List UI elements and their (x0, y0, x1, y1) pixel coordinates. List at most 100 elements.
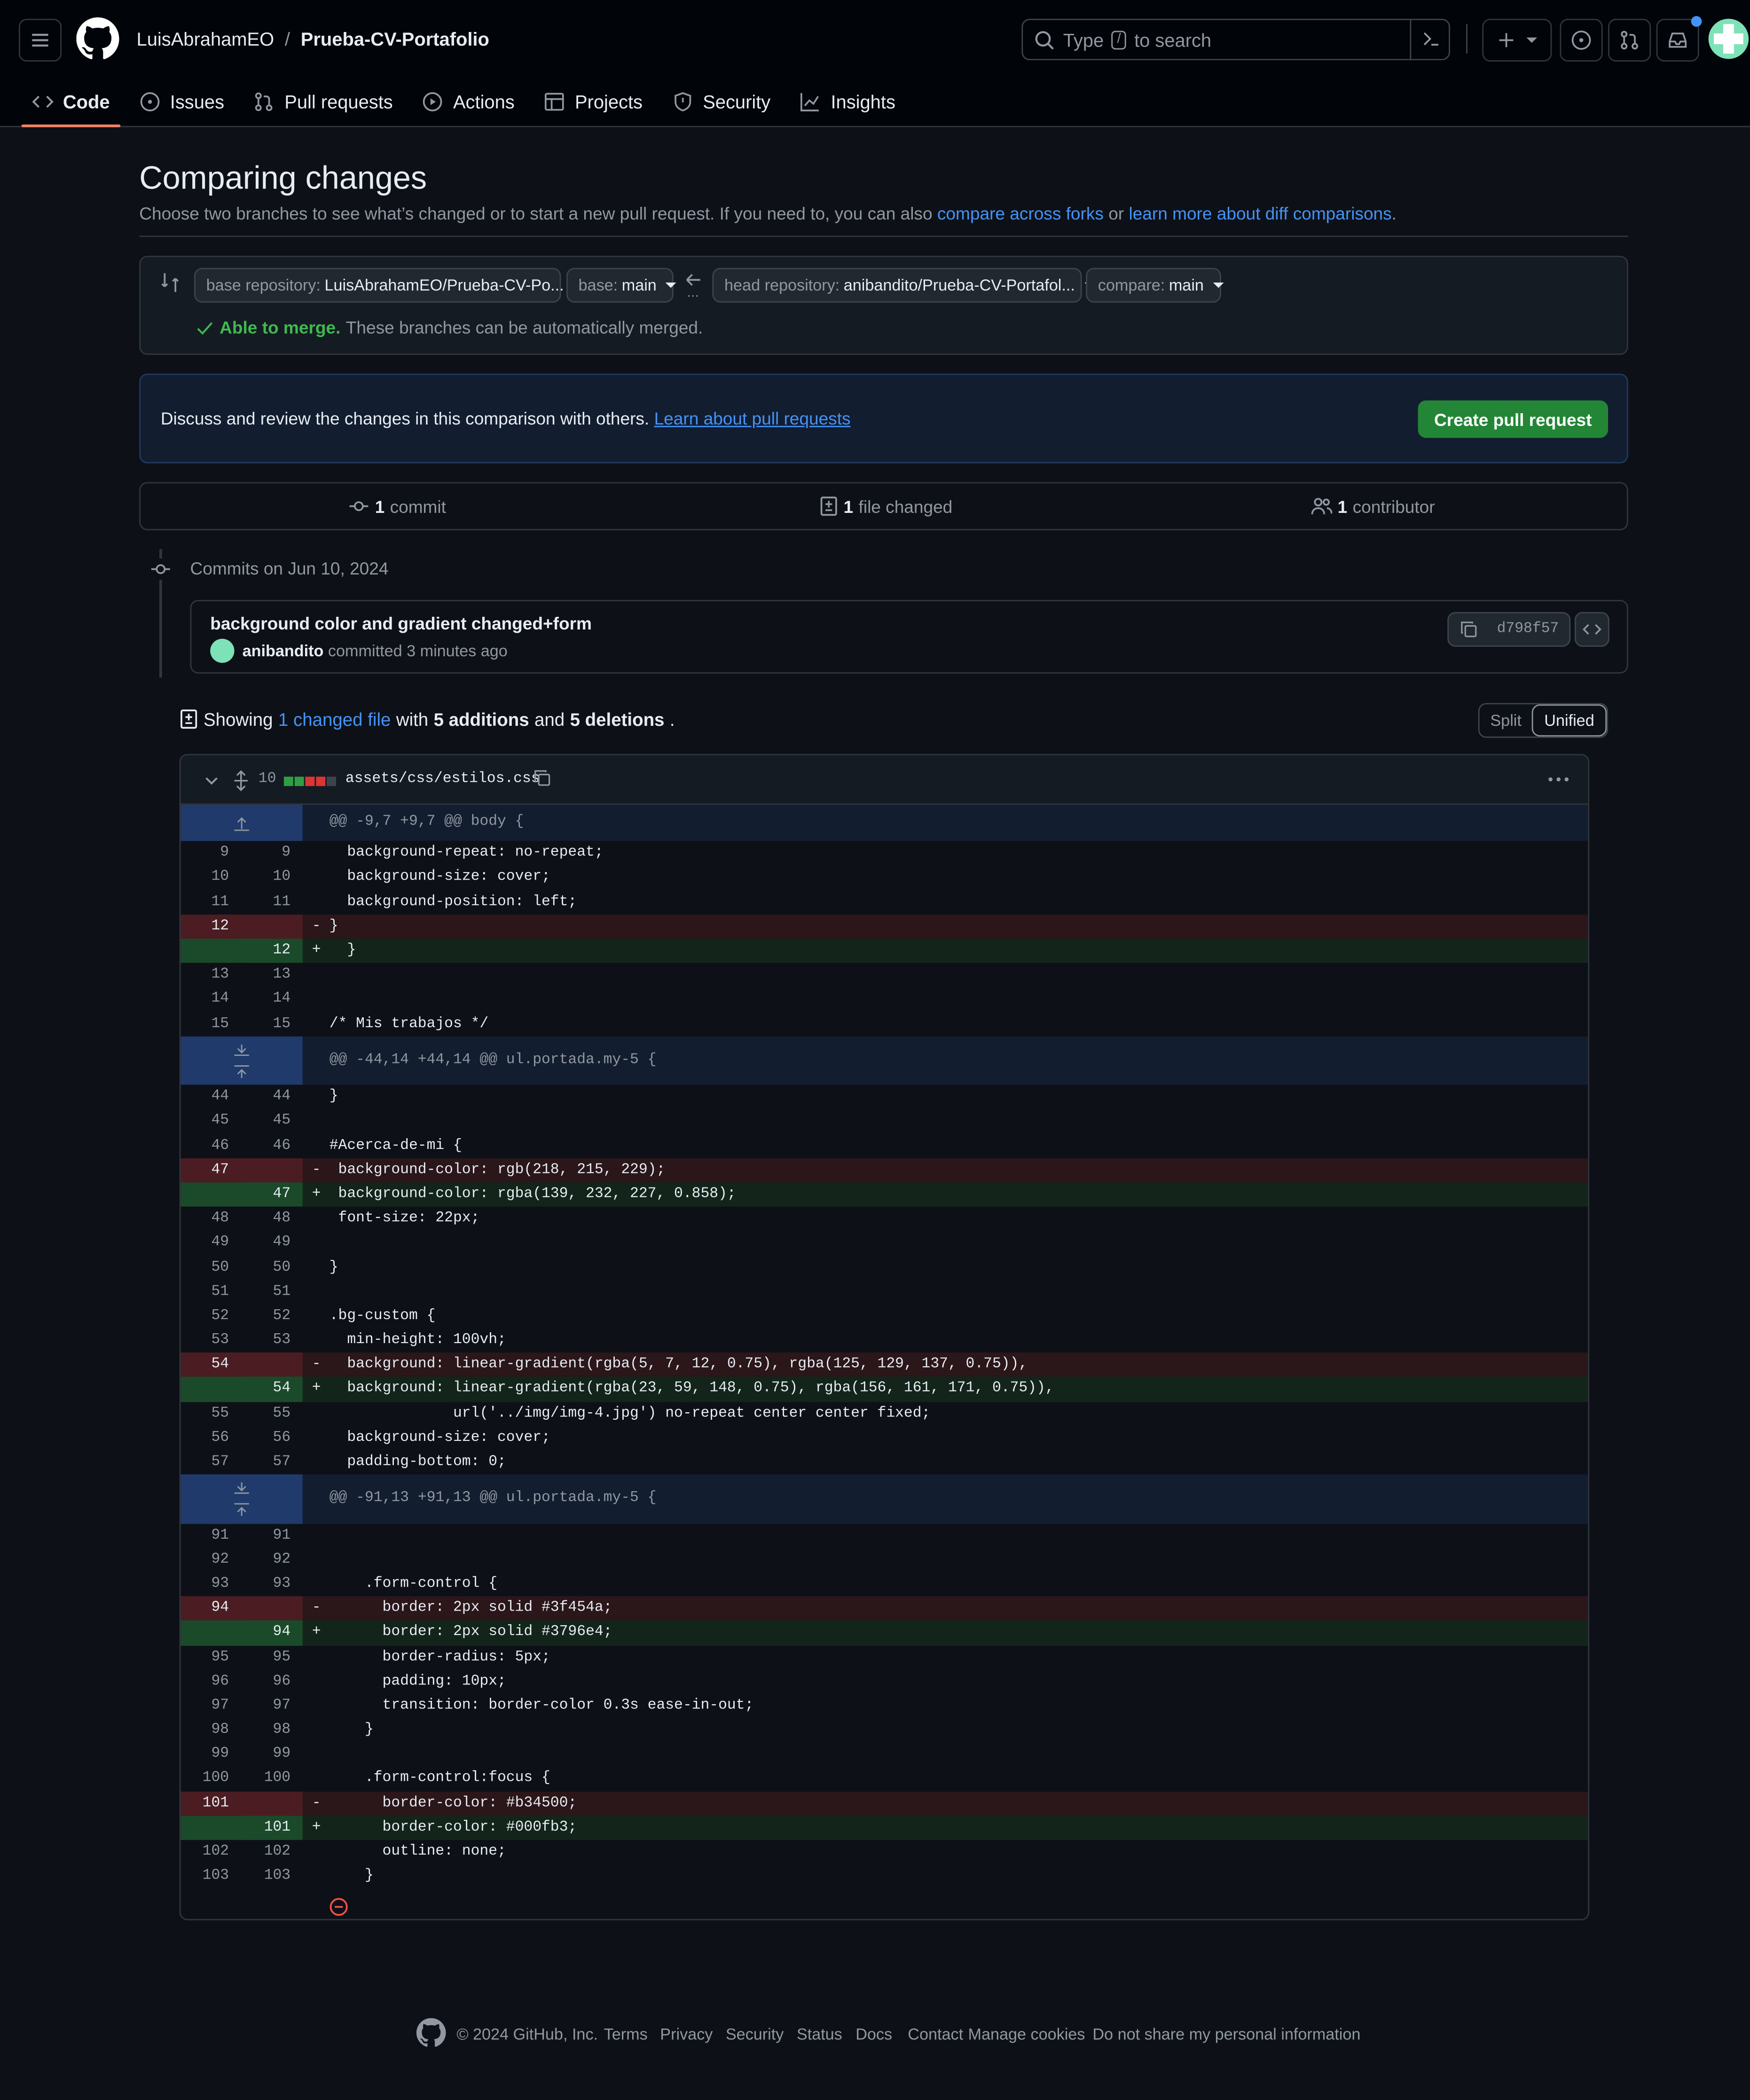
old-line-number[interactable]: 95 (181, 1645, 229, 1669)
learn-pull-requests-link[interactable]: Learn about pull requests (654, 409, 851, 429)
footer-link-terms[interactable]: Terms (604, 2025, 648, 2044)
files-stat[interactable]: 1 file changed (819, 496, 952, 517)
new-line-number[interactable]: 10 (243, 866, 291, 890)
old-line-number[interactable]: 46 (181, 1133, 229, 1158)
old-line-number[interactable]: 101 (180, 1791, 229, 1816)
github-logo-icon[interactable] (416, 2018, 446, 2048)
old-line-number[interactable]: 45 (181, 1109, 229, 1134)
chevron-down-icon[interactable] (204, 773, 220, 789)
tab-code[interactable]: Code (21, 78, 121, 127)
search-input[interactable]: Type / to search (1021, 18, 1450, 61)
new-line-number[interactable]: 49 (243, 1231, 291, 1256)
new-line-number[interactable]: 57 (243, 1450, 291, 1475)
compare-forks-link[interactable]: compare across forks (937, 204, 1104, 224)
commit-message[interactable]: background color and gradient changed+fo… (210, 613, 592, 634)
github-logo-icon[interactable] (76, 17, 119, 64)
new-line-number[interactable]: 91 (243, 1523, 291, 1548)
pull-requests-button[interactable] (1608, 18, 1651, 62)
old-line-number[interactable]: 97 (181, 1694, 229, 1718)
old-line-number[interactable]: 11 (181, 890, 229, 914)
inbox-button[interactable] (1656, 16, 1702, 62)
head-repository-select[interactable]: head repository: anibandito/Prueba-CV-Po… (712, 267, 1095, 303)
menu-button[interactable] (18, 18, 62, 62)
new-line-number[interactable]: 96 (243, 1669, 291, 1694)
footer-link-security[interactable]: Security (726, 2025, 784, 2044)
avatar[interactable] (1708, 18, 1749, 59)
unified-view-button[interactable]: Unified (1532, 704, 1607, 737)
learn-diff-link[interactable]: learn more about diff comparisons (1129, 204, 1391, 224)
new-line-number[interactable]: 9 (243, 842, 290, 866)
footer-link-manage-cookies[interactable]: Manage cookies (968, 2025, 1085, 2044)
create-new-button[interactable] (1482, 18, 1552, 62)
new-line-number[interactable]: 98 (243, 1718, 291, 1743)
tab-actions[interactable]: Actions (412, 78, 526, 126)
new-line-number[interactable]: 13 (243, 963, 291, 988)
new-line-number[interactable]: 56 (243, 1426, 291, 1450)
file-path[interactable]: assets/css/estilos.css (345, 771, 540, 787)
summary-changed-link[interactable]: 1 changed file (278, 709, 391, 729)
new-line-number[interactable]: 102 (243, 1840, 290, 1864)
browse-code-button[interactable] (1574, 612, 1609, 647)
tab-pull-requests[interactable]: Pull requests (243, 78, 404, 126)
old-line-number[interactable]: 48 (181, 1207, 229, 1231)
new-line-number[interactable]: 47 (242, 1182, 291, 1207)
tab-issues[interactable]: Issues (128, 78, 235, 126)
old-line-number[interactable]: 12 (180, 914, 229, 939)
old-line-number[interactable]: 49 (181, 1231, 229, 1256)
expand-button[interactable] (180, 804, 303, 842)
new-line-number[interactable]: 53 (243, 1329, 291, 1353)
new-line-number[interactable]: 54 (242, 1377, 291, 1402)
commits-stat[interactable]: 1 commit (348, 496, 446, 517)
footer-link-contact[interactable]: Contact (908, 2025, 963, 2044)
new-line-number[interactable]: 15 (243, 1012, 291, 1036)
base-repository-select[interactable]: base repository: LuisAbrahamEO/Prueba-CV… (194, 267, 584, 303)
commit-author[interactable]: anibandito (243, 641, 324, 660)
new-line-number[interactable]: 94 (242, 1620, 291, 1645)
old-line-number[interactable]: 55 (181, 1401, 229, 1426)
old-line-number[interactable]: 14 (181, 988, 229, 1012)
old-line-number[interactable]: 44 (181, 1085, 229, 1109)
new-line-number[interactable]: 44 (243, 1085, 291, 1109)
old-line-number[interactable]: 54 (180, 1353, 229, 1377)
old-line-number[interactable]: 10 (181, 866, 229, 890)
old-line-number[interactable]: 103 (181, 1864, 229, 1889)
old-line-number[interactable]: 50 (181, 1255, 229, 1280)
copy-icon[interactable] (533, 769, 552, 787)
old-line-number[interactable]: 56 (181, 1426, 229, 1450)
new-line-number[interactable]: 50 (243, 1255, 291, 1280)
new-line-number[interactable]: 95 (243, 1645, 291, 1669)
new-line-number[interactable]: 55 (243, 1401, 291, 1426)
footer-link-do-not-share[interactable]: Do not share my personal information (1092, 2025, 1360, 2044)
old-line-number[interactable]: 94 (180, 1596, 229, 1621)
new-line-number[interactable]: 93 (243, 1572, 291, 1597)
old-line-number[interactable]: 13 (181, 963, 229, 988)
old-line-number[interactable]: 53 (181, 1329, 229, 1353)
old-line-number[interactable]: 51 (181, 1280, 229, 1304)
commit-sha[interactable]: d798f57 (1497, 621, 1559, 637)
new-line-number[interactable]: 11 (243, 890, 291, 914)
new-line-number[interactable]: 103 (243, 1864, 290, 1889)
old-line-number[interactable]: 96 (181, 1669, 229, 1694)
tab-insights[interactable]: Insights (789, 78, 906, 126)
new-line-number[interactable]: 101 (242, 1816, 291, 1840)
new-line-number[interactable]: 12 (242, 938, 291, 963)
old-line-number[interactable]: 91 (181, 1523, 229, 1548)
old-line-number[interactable]: 99 (181, 1743, 229, 1767)
new-line-number[interactable]: 48 (243, 1207, 291, 1231)
base-branch-select[interactable]: base: main (566, 267, 677, 303)
old-line-number[interactable]: 98 (181, 1718, 229, 1743)
author-avatar[interactable] (210, 638, 235, 663)
create-pull-request-button[interactable]: Create pull request (1418, 400, 1609, 438)
contributors-stat[interactable]: 1 contributor (1311, 496, 1435, 517)
command-palette-icon[interactable] (1422, 30, 1441, 48)
footer-link-privacy[interactable]: Privacy (660, 2025, 713, 2044)
copy-icon[interactable] (1460, 620, 1478, 639)
old-line-number[interactable]: 52 (181, 1304, 229, 1329)
new-line-number[interactable]: 100 (243, 1767, 290, 1791)
issues-button[interactable] (1560, 18, 1603, 62)
new-line-number[interactable]: 45 (243, 1109, 291, 1134)
old-line-number[interactable]: 57 (181, 1450, 229, 1475)
split-view-button[interactable]: Split (1480, 704, 1532, 736)
old-line-number[interactable]: 9 (181, 842, 229, 866)
old-line-number[interactable]: 100 (181, 1767, 229, 1791)
